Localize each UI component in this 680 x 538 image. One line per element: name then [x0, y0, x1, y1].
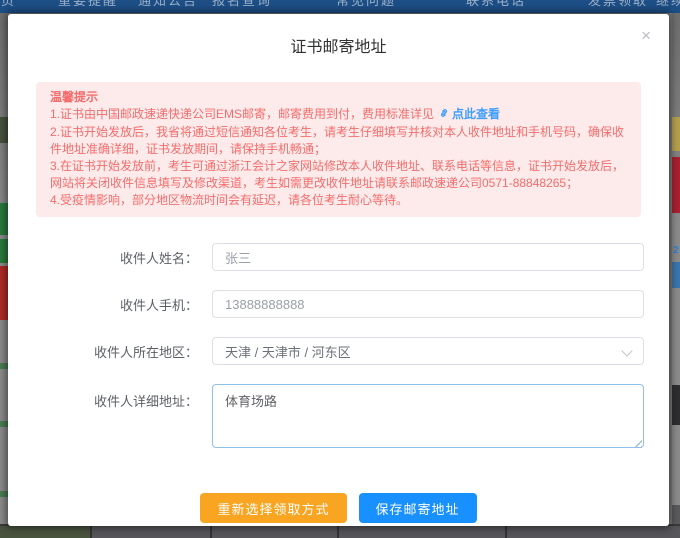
recipient-name-label: 收件人姓名：: [8, 248, 212, 267]
view-fee-standard-link[interactable]: 点此查看: [452, 107, 500, 121]
background-table-strip: [0, 524, 680, 538]
recipient-address-row: 收件人详细地址： 体育场路: [8, 384, 669, 453]
table-divider: [210, 526, 212, 538]
alert-line-4: 4.受疫情影响，部分地区物流时间会有延迟，请各位考生耐心等待。: [50, 192, 627, 209]
nav-item-faq[interactable]: 常见问题: [336, 0, 396, 9]
dialog-title: 证书邮寄地址: [8, 14, 669, 57]
recipient-address-textarea[interactable]: 体育场路: [212, 384, 644, 448]
recipient-region-label: 收件人所在地区：: [8, 342, 212, 361]
background-green-block-1: [0, 203, 8, 235]
nav-item-invoice[interactable]: 发票领取: [588, 0, 648, 9]
nav-item-important[interactable]: 重要提醒: [58, 0, 118, 9]
recipient-phone-row: 收件人手机：: [8, 290, 669, 318]
chevron-down-icon: [621, 346, 632, 357]
background-photo-block: [0, 117, 8, 143]
recipient-region-row: 收件人所在地区： 天津 / 天津市 / 河东区: [8, 337, 669, 365]
close-icon[interactable]: ×: [641, 27, 651, 44]
alert-title: 温馨提示: [50, 89, 627, 106]
recipient-address-label: 收件人详细地址：: [8, 384, 212, 410]
background-yellow-block: [672, 117, 680, 151]
background-dark-block: [672, 385, 680, 425]
table-divider: [505, 526, 507, 538]
nav-item-home[interactable]: 首页: [0, 0, 16, 9]
dialog-footer: 重新选择领取方式 保存邮寄地址: [8, 493, 669, 523]
nav-item-contact[interactable]: 联系电话: [466, 0, 526, 9]
background-left-sliver: [0, 13, 8, 538]
table-divider: [90, 526, 92, 538]
background-red-block-right: [672, 157, 680, 213]
recipient-phone-label: 收件人手机：: [8, 295, 212, 314]
alert-line-2: 2.证书开始发放后，我省将通过短信通知各位考生，请考生仔细填写并核对本人收件地址…: [50, 124, 627, 158]
background-red-block: [0, 266, 8, 320]
background-green-mark-3: [0, 491, 8, 497]
table-divider: [337, 526, 339, 538]
mailing-address-form: 收件人姓名： 收件人手机： 收件人所在地区： 天津 / 天津市 / 河东区 收件…: [8, 243, 669, 453]
background-right-sliver: 2: [672, 13, 680, 538]
nav-item-registration-query[interactable]: 报名查询: [212, 0, 272, 9]
recipient-phone-input[interactable]: [212, 290, 644, 318]
background-table-green-cell: [0, 526, 90, 538]
save-mailing-address-button[interactable]: 保存邮寄地址: [359, 493, 477, 523]
background-green-block-2: [0, 239, 8, 263]
link-icon: [438, 107, 450, 124]
alert-line-3: 3.在证书开始发放前，考生可通过浙江会计之家网站修改本人收件地址、联系电话等信息…: [50, 158, 627, 192]
recipient-name-row: 收件人姓名：: [8, 243, 669, 271]
background-blue-block: [672, 262, 680, 288]
background-nav-bar: 首页 重要提醒 通知公告 报名查询 常见问题 联系电话 发票领取 继续教育: [0, 0, 680, 13]
nav-item-more[interactable]: 继续教育: [656, 0, 680, 9]
background-green-mark-1: [0, 363, 8, 369]
background-green-mark-2: [0, 421, 8, 427]
recipient-name-input[interactable]: [212, 243, 644, 271]
warm-tips-alert: 温馨提示 1.证书由中国邮政速递快递公司EMS邮寄，邮寄费用到付，费用标准详见 点…: [36, 82, 641, 217]
reselect-pickup-method-button[interactable]: 重新选择领取方式: [200, 493, 346, 523]
recipient-region-value: 天津 / 天津市 / 河东区: [225, 342, 351, 361]
alert-line-1-text: 1.证书由中国邮政速递快递公司EMS邮寄，邮寄费用到付，费用标准详见: [50, 107, 434, 121]
nav-item-notice[interactable]: 通知公告: [138, 0, 198, 9]
alert-line-1: 1.证书由中国邮政速递快递公司EMS邮寄，邮寄费用到付，费用标准详见 点此查看: [50, 106, 627, 124]
certificate-mailing-address-dialog: 证书邮寄地址 × 温馨提示 1.证书由中国邮政速递快递公司EMS邮寄，邮寄费用到…: [8, 14, 669, 526]
recipient-region-select[interactable]: 天津 / 天津市 / 河东区: [212, 337, 644, 365]
background-count-badge: 2: [672, 245, 680, 256]
